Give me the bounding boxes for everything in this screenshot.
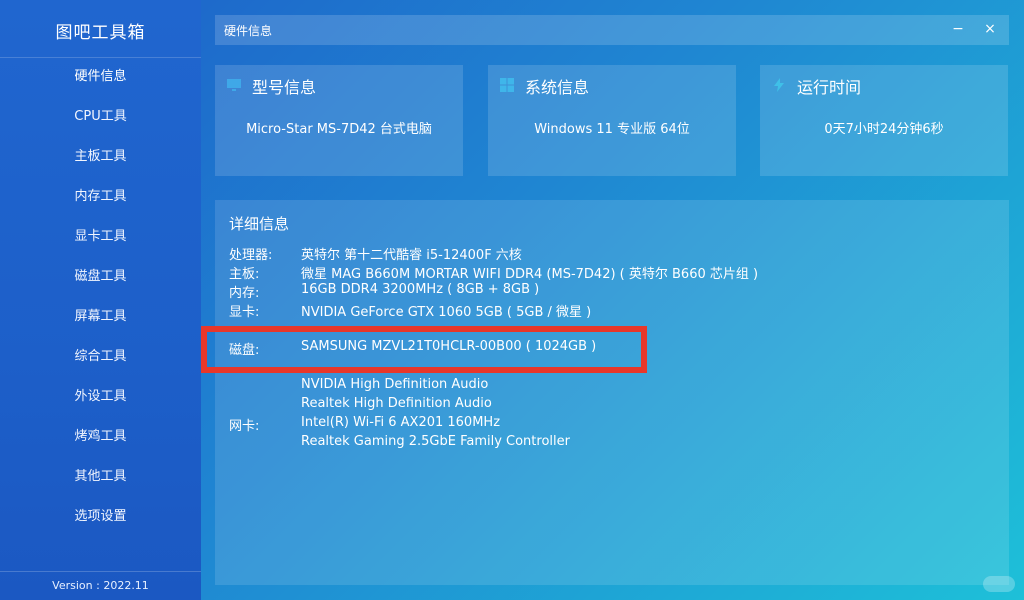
- network-label: 网卡:: [229, 419, 260, 434]
- disk-label: 磁盘:: [229, 343, 260, 358]
- system-info-title: 系统信息: [525, 78, 590, 97]
- memory-label: 内存:: [229, 286, 260, 301]
- detail-title: 详细信息: [229, 215, 290, 233]
- audio-value-1: NVIDIA High Definition Audio: [301, 377, 489, 392]
- page-title: 硬件信息: [224, 24, 273, 38]
- sidebar-item-screen-tools[interactable]: 屏幕工具: [0, 297, 201, 337]
- title-bar: 硬件信息 − ×: [215, 15, 1009, 45]
- motherboard-value: 微星 MAG B660M MORTAR WIFI DDR4 (MS-7D42) …: [301, 267, 759, 282]
- disk-value: SAMSUNG MZVL21T0HCLR-00B00 ( 1024GB ): [301, 339, 597, 354]
- sidebar: 图吧工具箱 硬件信息 CPU工具 主板工具 内存工具 显卡工具 磁盘工具 屏幕工…: [0, 0, 201, 600]
- sidebar-item-gpu-tools[interactable]: 显卡工具: [0, 217, 201, 257]
- uptime-card: 运行时间 0天7小时24分钟6秒: [760, 65, 1008, 176]
- uptime-title: 运行时间: [797, 78, 862, 97]
- cpu-label: 处理器:: [229, 248, 273, 263]
- cpu-value: 英特尔 第十二代酷睿 i5-12400F 六核: [301, 248, 522, 263]
- model-info-card: 型号信息 Micro-Star MS-7D42 台式电脑: [215, 65, 463, 176]
- motherboard-label: 主板:: [229, 267, 260, 282]
- audio-value-2: Realtek High Definition Audio: [301, 396, 492, 411]
- model-info-value: Micro-Star MS-7D42 台式电脑: [246, 122, 432, 137]
- sidebar-item-other-tools[interactable]: 其他工具: [0, 457, 201, 497]
- sidebar-item-settings[interactable]: 选项设置: [0, 497, 201, 537]
- sidebar-item-hardware-info[interactable]: 硬件信息: [0, 57, 201, 97]
- lightning-icon: [771, 77, 787, 93]
- windows-icon: [499, 77, 515, 93]
- uptime-value: 0天7小时24分钟6秒: [824, 122, 944, 137]
- memory-value: 16GB DDR4 3200MHz ( 8GB + 8GB ): [301, 282, 540, 297]
- sidebar-nav: 硬件信息 CPU工具 主板工具 内存工具 显卡工具 磁盘工具 屏幕工具 综合工具…: [0, 57, 201, 537]
- network-value-1: Intel(R) Wi-Fi 6 AX201 160MHz: [301, 415, 501, 430]
- sidebar-item-general-tools[interactable]: 综合工具: [0, 337, 201, 377]
- system-info-card: 系统信息 Windows 11 专业版 64位: [488, 65, 736, 176]
- sidebar-item-stress-tools[interactable]: 烤鸡工具: [0, 417, 201, 457]
- sidebar-item-peripheral-tools[interactable]: 外设工具: [0, 377, 201, 417]
- gpu-label: 显卡:: [229, 305, 260, 320]
- network-value-2: Realtek Gaming 2.5GbE Family Controller: [301, 434, 570, 449]
- gpu-value: NVIDIA GeForce GTX 1060 5GB ( 5GB / 微星 ): [301, 305, 592, 320]
- watermark-badge: [983, 576, 1015, 592]
- app-title: 图吧工具箱: [55, 23, 146, 43]
- sidebar-item-cpu-tools[interactable]: CPU工具: [0, 97, 201, 137]
- monitor-icon: [226, 77, 242, 93]
- sidebar-item-disk-tools[interactable]: 磁盘工具: [0, 257, 201, 297]
- close-button[interactable]: ×: [980, 20, 1000, 40]
- model-info-title: 型号信息: [252, 78, 317, 97]
- sidebar-item-memory-tools[interactable]: 内存工具: [0, 177, 201, 217]
- sidebar-item-motherboard-tools[interactable]: 主板工具: [0, 137, 201, 177]
- sidebar-footer-divider: [0, 571, 201, 572]
- detail-panel: 详细信息 处理器: 英特尔 第十二代酷睿 i5-12400F 六核 主板: 微星…: [215, 200, 1009, 585]
- minimize-button[interactable]: −: [948, 20, 968, 40]
- version-label: Version : 2022.11: [52, 579, 149, 592]
- system-info-value: Windows 11 专业版 64位: [534, 122, 690, 137]
